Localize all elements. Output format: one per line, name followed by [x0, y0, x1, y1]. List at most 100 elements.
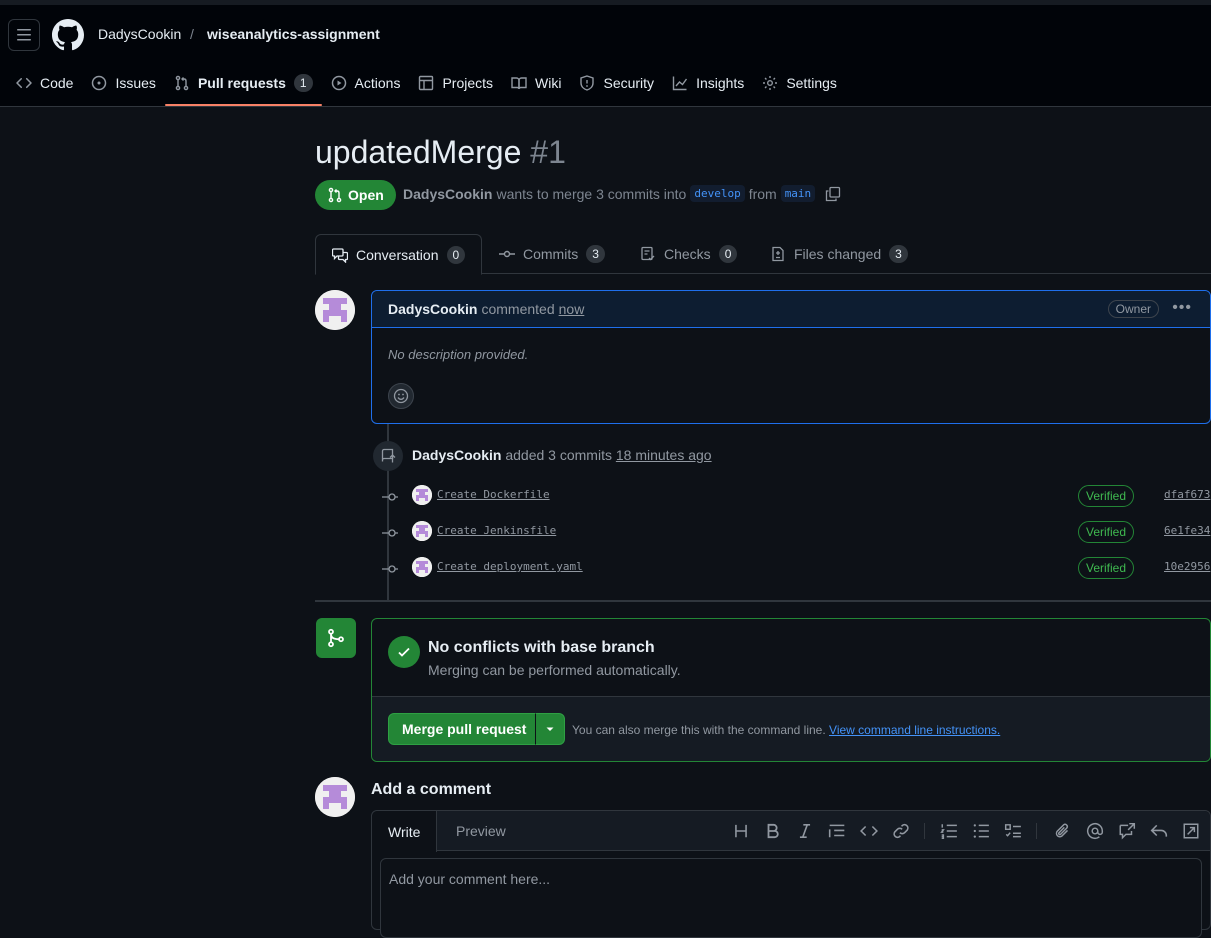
commit-node-icon [382, 493, 398, 501]
nav-item-issues[interactable]: Issues [82, 66, 164, 100]
tab-conversation[interactable]: Conversation 0 [315, 234, 483, 275]
gear-icon [763, 76, 778, 90]
nav-label-code: Code [40, 75, 74, 91]
commit-row: Create Dockerfile Verified dfaf673 [378, 485, 1211, 507]
nav-item-settings[interactable]: Settings [753, 66, 846, 100]
nav-label-insights: Insights [696, 75, 745, 91]
graph-icon [672, 76, 688, 91]
commit-author-avatar[interactable] [412, 485, 432, 505]
nav-label-wiki: Wiki [535, 75, 562, 91]
quote-icon[interactable] [828, 822, 846, 840]
add-reaction-button[interactable] [388, 383, 414, 409]
conversation-counter: 0 [446, 245, 466, 264]
merge-hint-text: You can also merge this with the command… [572, 723, 826, 737]
merge-pull-request-button[interactable]: Merge pull request [388, 713, 541, 745]
pull-request-icon [328, 187, 342, 203]
code-icon[interactable] [860, 822, 878, 840]
commit-message-link[interactable]: Create Dockerfile [437, 488, 550, 501]
unordered-list-icon[interactable] [972, 822, 990, 840]
ordered-list-icon[interactable] [940, 822, 958, 840]
nav-item-code[interactable]: Code [7, 66, 82, 100]
reply-icon[interactable] [1150, 822, 1168, 840]
comment-action: commented [481, 301, 555, 317]
breadcrumb-owner[interactable]: DadysCookin [98, 26, 181, 42]
checklist-icon [641, 246, 655, 261]
commit-sha-link[interactable]: dfaf673 [1164, 488, 1210, 501]
nav-label-settings: Settings [786, 75, 837, 91]
push-action: added 3 commits [505, 447, 612, 463]
pr-title-text: updatedMerge [315, 134, 522, 170]
tab-files-changed[interactable]: Files changed 3 [770, 234, 908, 274]
pr-meta: DadysCookin wants to merge 3 commits int… [403, 185, 841, 202]
comment-author[interactable]: DadysCookin [388, 301, 477, 317]
tab-label-checks: Checks [664, 246, 711, 262]
push-author[interactable]: DadysCookin [412, 447, 501, 463]
comment-textarea[interactable]: Add your comment here... [380, 858, 1202, 938]
pr-title: updatedMerge #1 [315, 134, 566, 171]
breadcrumb-repo[interactable]: wiseanalytics-assignment [207, 26, 380, 42]
push-time[interactable]: 18 minutes ago [616, 447, 712, 463]
cross-reference-icon[interactable] [1118, 822, 1136, 840]
add-comment-heading: Add a comment [371, 781, 492, 798]
copy-icon[interactable] [825, 186, 841, 202]
nav-item-insights[interactable]: Insights [663, 66, 753, 100]
breadcrumb-separator: / [190, 26, 194, 42]
verified-badge[interactable]: Verified [1078, 485, 1135, 507]
commit-row: Create deployment.yaml Verified 10e2956 [378, 557, 1211, 579]
mention-icon[interactable] [1086, 822, 1104, 840]
pr-merge-text: wants to merge 3 commits into [496, 185, 687, 202]
nav-item-security[interactable]: Security [570, 66, 663, 100]
identicon-icon [412, 521, 432, 541]
base-branch[interactable]: develop [690, 185, 745, 202]
pr-number: #1 [530, 134, 566, 170]
editor-toolbar: Write Preview [372, 811, 1210, 852]
comment-time[interactable]: now [559, 301, 585, 317]
nav-label-security: Security [603, 75, 655, 91]
command-line-instructions-link[interactable]: View command line instructions. [829, 723, 1000, 737]
nav-item-wiki[interactable]: Wiki [502, 66, 570, 100]
nav-item-projects[interactable]: Projects [409, 66, 502, 100]
head-branch[interactable]: main [780, 185, 816, 202]
hamburger-menu-button[interactable] [8, 19, 40, 51]
pr-from-text: from [748, 185, 777, 202]
toolbar-divider [924, 823, 925, 839]
commit-sha-link[interactable]: 10e2956 [1164, 560, 1210, 573]
commit-author-avatar[interactable] [412, 557, 432, 577]
verified-badge[interactable]: Verified [1078, 557, 1135, 579]
github-logo-icon[interactable] [52, 19, 84, 51]
commit-author-avatar[interactable] [412, 521, 432, 541]
commit-message-link[interactable]: Create deployment.yaml [437, 560, 583, 573]
bold-icon[interactable] [764, 822, 782, 840]
merge-actions: Merge pull request You can also merge th… [372, 697, 1210, 761]
checks-counter: 0 [718, 245, 738, 263]
kebab-menu-icon[interactable]: ••• [1172, 299, 1192, 317]
smiley-icon [393, 388, 409, 404]
avatar[interactable] [315, 290, 355, 330]
pr-author-link[interactable]: DadysCookin [403, 186, 492, 202]
merge-status-subtitle: Merging can be performed automatically. [428, 662, 681, 678]
issue-icon [92, 75, 107, 91]
repo-push-icon [381, 448, 396, 463]
merge-hint: You can also merge this with the command… [572, 723, 1000, 737]
tab-commits[interactable]: Commits 3 [499, 234, 605, 274]
paperclip-icon[interactable] [1054, 822, 1072, 840]
comment-discussion-icon [332, 247, 348, 263]
tab-checks[interactable]: Checks 0 [640, 234, 738, 274]
commit-icon [499, 250, 515, 258]
heading-icon[interactable] [732, 822, 750, 840]
nav-item-actions[interactable]: Actions [322, 66, 410, 100]
top-strip [0, 0, 1211, 5]
verified-badge[interactable]: Verified [1078, 521, 1135, 543]
tab-preview[interactable]: Preview [456, 811, 506, 851]
link-icon[interactable] [892, 822, 910, 840]
italic-icon[interactable] [796, 822, 814, 840]
tab-write[interactable]: Write [372, 811, 438, 852]
avatar[interactable] [315, 777, 355, 817]
task-list-icon[interactable] [1004, 822, 1022, 840]
merge-method-dropdown[interactable] [535, 713, 565, 745]
nav-item-pull-requests[interactable]: Pull requests 1 [164, 66, 322, 106]
commit-message-link[interactable]: Create Jenkinsfile [437, 524, 556, 537]
commit-sha-link[interactable]: 6e1fe34 [1164, 524, 1210, 537]
fullscreen-icon[interactable] [1182, 822, 1200, 840]
triangle-down-icon [546, 727, 554, 731]
